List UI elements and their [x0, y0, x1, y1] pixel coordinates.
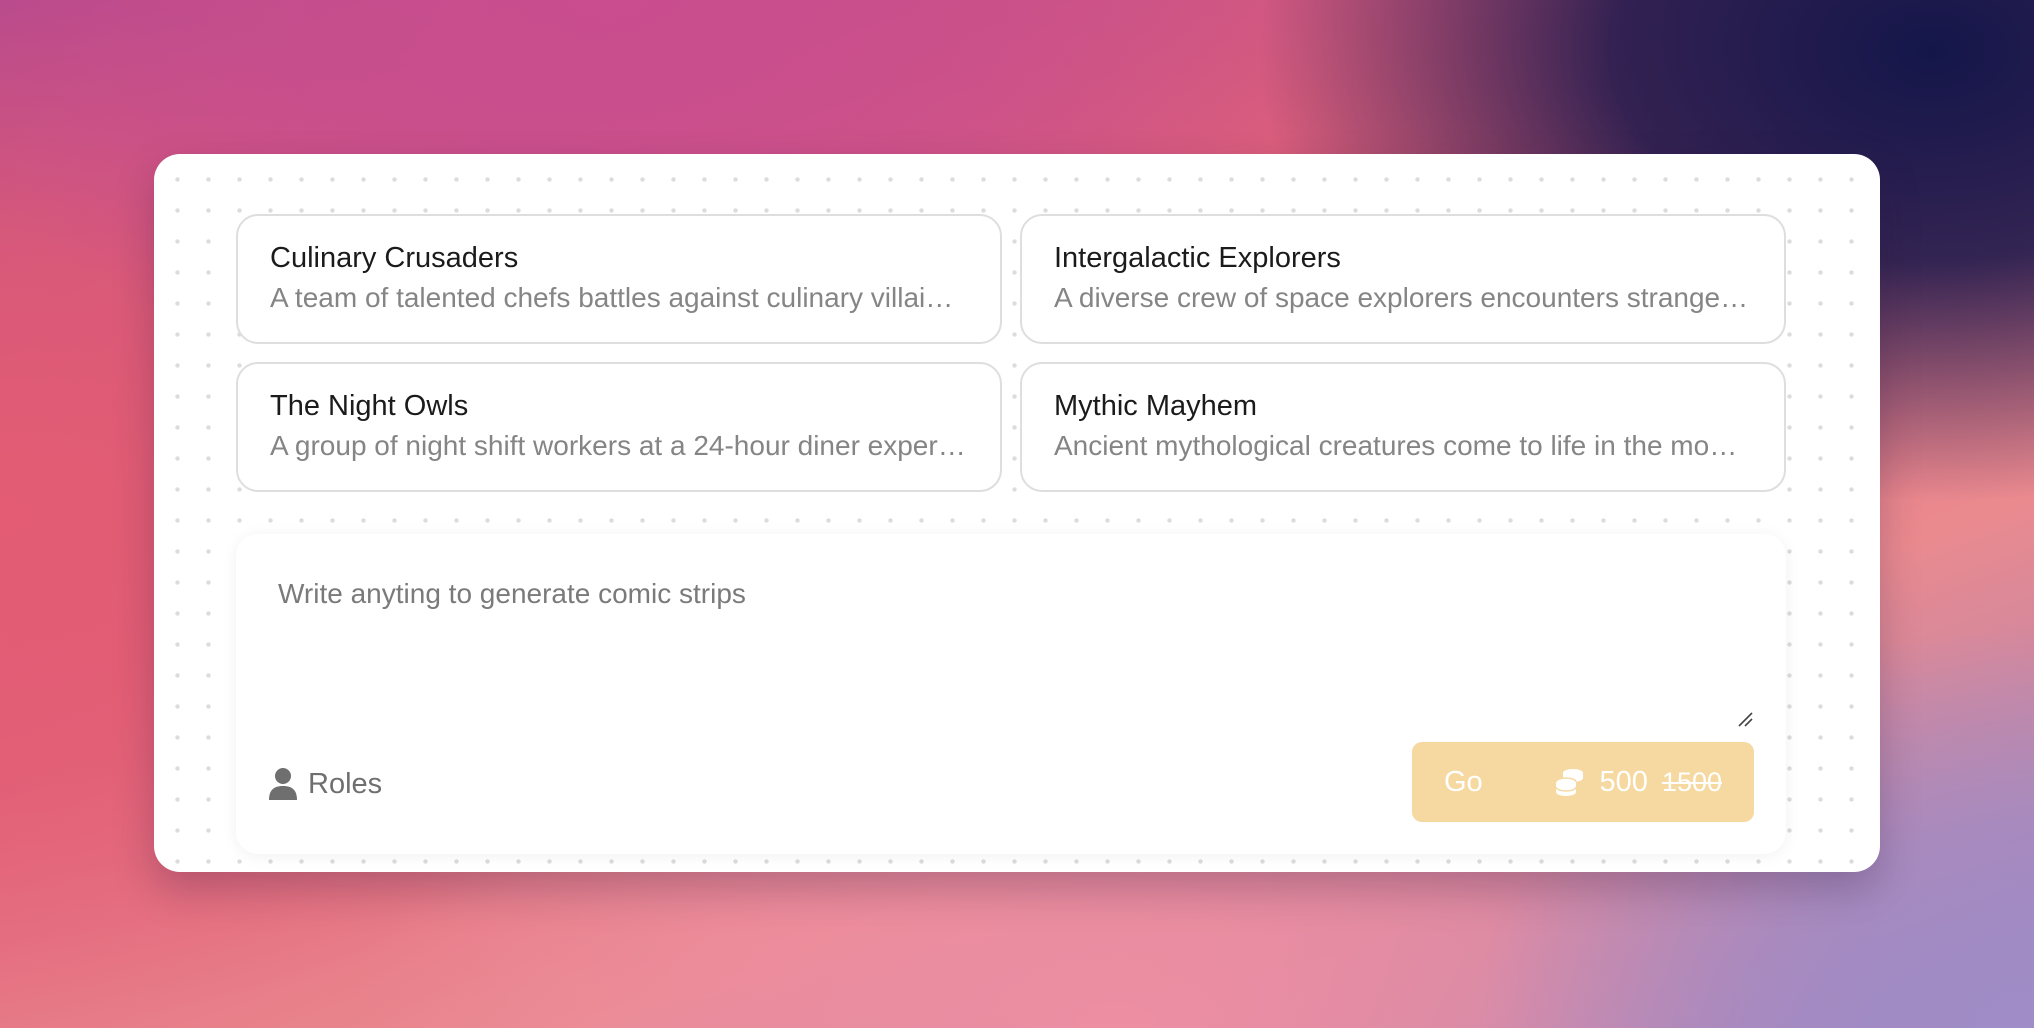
story-card-description: A diverse crew of space explorers encoun… [1054, 282, 1752, 313]
roles-label: Roles [308, 767, 383, 800]
price-original: 1500 [1661, 766, 1722, 797]
story-card-description: Ancient mythological creatures come to l… [1054, 430, 1752, 461]
roles-button[interactable]: Roles [268, 764, 382, 804]
go-button[interactable]: Go 500 1500 [1412, 742, 1754, 822]
story-card-title: Mythic Mayhem [1054, 390, 1258, 422]
story-card-title: Culinary Crusaders [270, 242, 519, 274]
prompt-input[interactable] [272, 578, 1748, 728]
story-card-intergalactic-explorers[interactable]: Intergalactic Explorers A diverse crew o… [1020, 214, 1786, 344]
story-card-description: A group of night shift workers at a 24-h… [270, 430, 968, 461]
user-icon [269, 768, 297, 800]
story-card-description: A team of talented chefs battles against… [270, 282, 968, 313]
price-current: 500 [1599, 765, 1648, 798]
story-card-the-night-owls[interactable]: The Night Owls A group of night shift wo… [236, 362, 1002, 492]
story-card-mythic-mayhem[interactable]: Mythic Mayhem Ancient mythological creat… [1020, 362, 1786, 492]
resize-handle-icon[interactable] [1736, 710, 1754, 728]
story-card-grid: Culinary Crusaders A team of talented ch… [236, 214, 1786, 492]
story-panel: Culinary Crusaders A team of talented ch… [154, 154, 1880, 872]
go-label: Go [1444, 765, 1483, 798]
prompt-composer: Roles Go 500 1500 [236, 534, 1786, 854]
story-card-title: Intergalactic Explorers [1054, 242, 1341, 274]
coins-icon [1554, 769, 1583, 796]
story-card-culinary-crusaders[interactable]: Culinary Crusaders A team of talented ch… [236, 214, 1002, 344]
story-card-title: The Night Owls [270, 390, 469, 422]
price-group: 500 1500 [1554, 766, 1722, 799]
